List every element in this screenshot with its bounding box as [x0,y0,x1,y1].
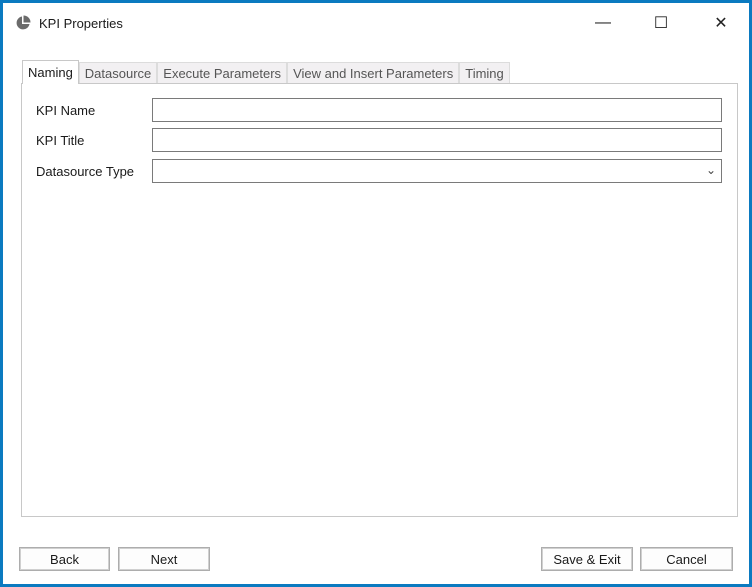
cancel-button[interactable]: Cancel [640,547,733,571]
close-button[interactable]: ✕ [701,9,741,37]
datasource-type-label: Datasource Type [36,163,135,179]
pie-chart-icon [16,15,31,30]
naming-panel: KPI Name KPI Title Datasource Type ⌄ [21,83,738,517]
title-bar: KPI Properties [15,13,123,33]
tab-timing[interactable]: Timing [459,62,510,84]
tab-strip: Naming Datasource Execute Parameters Vie… [22,60,510,84]
chevron-down-icon: ⌄ [705,163,716,177]
next-button[interactable]: Next [118,547,210,571]
tab-naming[interactable]: Naming [22,60,79,84]
kpi-title-input[interactable] [152,128,722,152]
window-title: KPI Properties [39,15,123,31]
back-button[interactable]: Back [19,547,110,571]
kpi-name-label: KPI Name [36,102,96,118]
kpi-properties-window: KPI Properties — ☐ ✕ Naming Datasource E… [0,0,752,587]
datasource-type-select[interactable]: ⌄ [152,159,722,183]
maximize-button[interactable]: ☐ [641,9,681,37]
save-exit-button[interactable]: Save & Exit [541,547,633,571]
kpi-title-label: KPI Title [36,132,85,148]
tab-datasource[interactable]: Datasource [78,62,158,84]
tab-execute-parameters[interactable]: Execute Parameters [157,62,288,84]
kpi-name-input[interactable] [152,98,722,122]
tab-view-insert-parameters[interactable]: View and Insert Parameters [287,62,460,84]
minimize-button[interactable]: — [583,9,623,37]
